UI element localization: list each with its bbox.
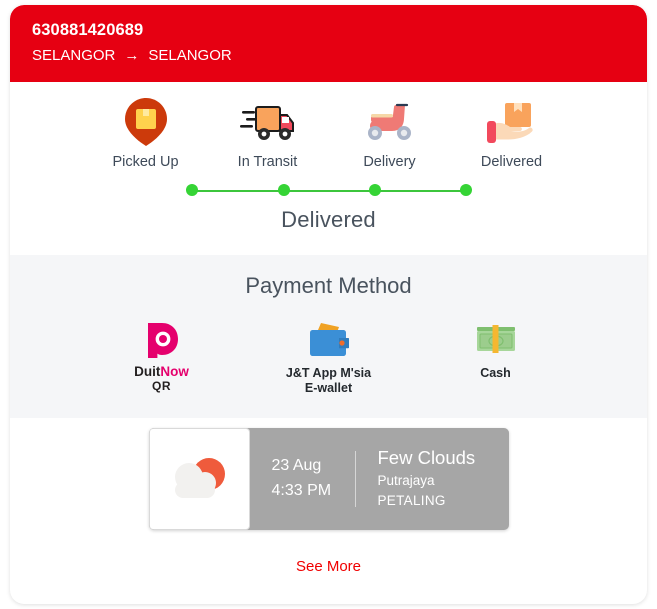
tracking-steps-section: Picked Up In Transit Delivery Delivered … (10, 82, 647, 243)
duitnow-qr-icon (142, 319, 182, 361)
duitnow-label-part1: Duit (134, 364, 161, 379)
step-delivery[interactable]: Delivery (344, 96, 436, 170)
progress-dot-2 (277, 184, 290, 196)
route: SELANGOR → SELANGOR (32, 47, 625, 64)
hand-package-icon (485, 96, 539, 148)
progress-line (191, 190, 466, 192)
progress-dot-1 (185, 184, 198, 196)
delivery-truck-icon (239, 96, 296, 148)
jt-label-line1: J&T App M'sia (285, 366, 372, 380)
payment-method-label: DuitNow QR (134, 364, 189, 393)
tracking-card: 630881420689 SELANGOR → SELANGOR Picked … (10, 5, 647, 604)
tracking-header: 630881420689 SELANGOR → SELANGOR (10, 5, 647, 82)
jt-label-line2: E-wallet (304, 381, 353, 395)
progress-dot-3 (368, 184, 381, 196)
scooter-icon (361, 96, 419, 148)
duitnow-label-part2: Now (160, 364, 189, 379)
payment-method-cash[interactable]: Cash (433, 319, 558, 381)
route-origin: SELANGOR (32, 47, 116, 64)
step-label: Delivery (363, 154, 416, 170)
step-delivered[interactable]: Delivered (466, 96, 558, 170)
weather-time: 4:33 PM (271, 482, 332, 499)
payment-method-jt-ewallet[interactable]: J&T App M'sia E-wallet (266, 319, 391, 396)
progress-dot-4 (459, 184, 472, 196)
step-label: Delivered (480, 154, 543, 170)
step-label: In Transit (237, 154, 298, 170)
tracking-number: 630881420689 (32, 21, 144, 39)
weather-area: 23 Aug 4:33 PM Few Clouds Putrajaya PETA… (10, 418, 647, 530)
weather-card[interactable]: 23 Aug 4:33 PM Few Clouds Putrajaya PETA… (148, 428, 509, 530)
delivery-status: Delivered (281, 207, 376, 232)
weather-district: PETALING (377, 493, 446, 509)
tracking-steps-row: Picked Up In Transit Delivery Delivered (10, 96, 647, 170)
see-more-link[interactable]: See More (296, 558, 361, 575)
map-pin-package-icon (124, 96, 168, 148)
payment-method-title: Payment Method (245, 273, 412, 298)
duitnow-label-qr: QR (152, 378, 171, 393)
step-label: Picked Up (112, 154, 179, 170)
arrow-right-icon: → (124, 47, 140, 64)
payment-method-section: Payment Method DuitNow QR J&T App M'sia … (10, 255, 647, 418)
step-picked-up[interactable]: Picked Up (100, 96, 192, 170)
cash-banknotes-icon (476, 319, 516, 361)
route-destination: SELANGOR (148, 47, 232, 64)
weather-date: 23 Aug (271, 457, 322, 475)
weather-info: Few Clouds Putrajaya PETALING (356, 446, 476, 513)
weather-datetime: 23 Aug 4:33 PM (250, 454, 355, 504)
progress-tracker (185, 184, 472, 198)
payment-method-label: Cash (480, 366, 511, 380)
weather-city: Putrajaya (377, 472, 435, 488)
step-in-transit[interactable]: In Transit (222, 96, 314, 170)
payment-method-label: J&T App M'sia E-wallet (286, 366, 371, 396)
weather-icon-tile (148, 428, 250, 530)
see-more-wrap: See More (10, 530, 647, 576)
sun-behind-cloud-icon (175, 458, 225, 498)
weather-condition: Few Clouds (377, 446, 476, 468)
wallet-icon (309, 319, 349, 361)
payment-method-duitnow-qr[interactable]: DuitNow QR (99, 319, 224, 393)
payment-methods-row: DuitNow QR J&T App M'sia E-wallet Cash (10, 319, 647, 396)
